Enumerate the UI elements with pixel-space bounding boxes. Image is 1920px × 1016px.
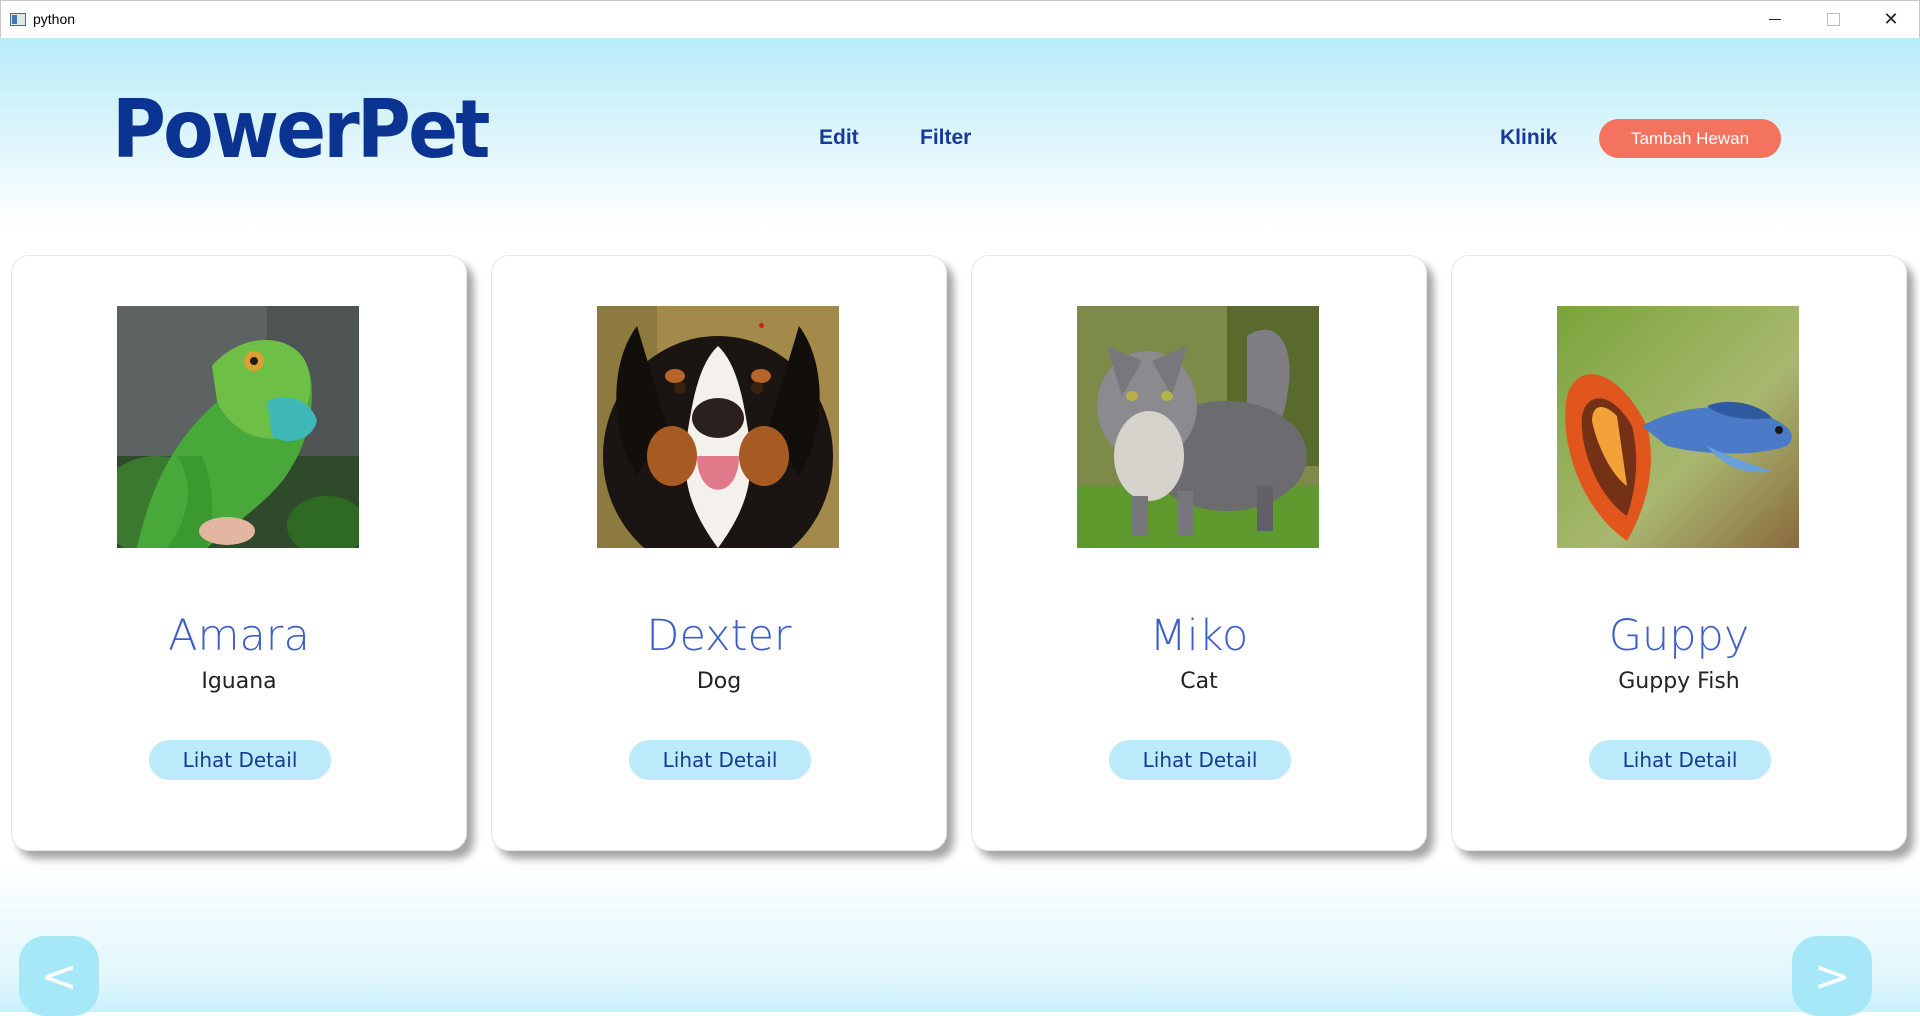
next-page-button[interactable]: > [1792, 936, 1872, 1016]
view-detail-button[interactable]: Lihat Detail [149, 740, 331, 780]
pet-name: Miko [1149, 611, 1249, 661]
window-titlebar: python ✕ [0, 0, 1920, 38]
nav-edit-link[interactable]: Edit [819, 126, 859, 150]
pet-species: Cat [1180, 669, 1218, 694]
pet-card: Amara Iguana Lihat Detail [11, 255, 467, 851]
app-logo: PowerPet [112, 83, 490, 176]
maximize-button[interactable] [1804, 1, 1862, 38]
pet-species: Guppy Fish [1618, 669, 1740, 694]
pet-species: Iguana [201, 669, 277, 694]
iguana-photo [117, 306, 359, 548]
close-button[interactable]: ✕ [1862, 1, 1920, 38]
fish-photo [1557, 306, 1799, 548]
pet-card: Miko Cat Lihat Detail [971, 255, 1427, 851]
pet-name: Guppy [1608, 611, 1750, 661]
pet-card: Dexter Dog Lihat Detail [491, 255, 947, 851]
previous-page-button[interactable]: < [19, 936, 99, 1016]
app-window: PowerPet Edit Filter Klinik Tambah Hewan… [0, 38, 1920, 1016]
nav-filter-link[interactable]: Filter [920, 126, 971, 150]
cat-photo [1077, 306, 1319, 548]
view-detail-button[interactable]: Lihat Detail [1109, 740, 1291, 780]
nav-klinik-link[interactable]: Klinik [1500, 126, 1557, 150]
chevron-right-icon: > [1813, 950, 1851, 1002]
minimize-icon [1769, 19, 1781, 20]
pet-name: Dexter [646, 611, 792, 661]
python-app-icon [10, 13, 26, 26]
indicator-dot [759, 323, 764, 328]
chevron-left-icon: < [40, 950, 78, 1002]
close-icon: ✕ [1883, 9, 1899, 30]
window-title: python [33, 11, 76, 27]
dog-photo [597, 306, 839, 548]
maximize-icon [1826, 13, 1840, 26]
pet-species: Dog [696, 669, 742, 694]
pet-card: Guppy Guppy Fish Lihat Detail [1451, 255, 1907, 851]
view-detail-button[interactable]: Lihat Detail [1589, 740, 1771, 780]
view-detail-button[interactable]: Lihat Detail [629, 740, 811, 780]
pet-name: Amara [168, 611, 310, 661]
minimize-button[interactable] [1746, 1, 1804, 38]
add-pet-button[interactable]: Tambah Hewan [1599, 119, 1781, 158]
